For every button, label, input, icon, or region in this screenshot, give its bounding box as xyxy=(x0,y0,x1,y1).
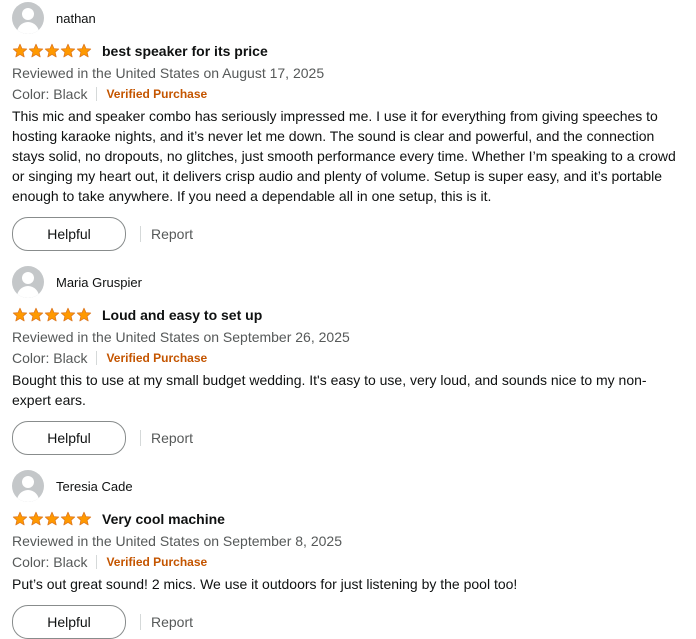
review-card: Teresia Cade Very cool machine Reviewed … xyxy=(12,470,684,639)
star-icon xyxy=(12,511,28,526)
review-body: This mic and speaker combo has seriously… xyxy=(12,108,676,204)
star-icon xyxy=(12,43,28,58)
divider xyxy=(140,430,141,446)
helpful-button[interactable]: Helpful xyxy=(12,217,126,251)
review-card: Maria Gruspier Loud and easy to set up R… xyxy=(12,266,684,455)
review-meta: Color: Black Verified Purchase xyxy=(12,85,684,103)
review-actions: Helpful Report xyxy=(12,605,684,639)
review-actions: Helpful Report xyxy=(12,217,684,251)
star-rating[interactable] xyxy=(12,43,92,59)
star-icon xyxy=(60,511,76,526)
helpful-button[interactable]: Helpful xyxy=(12,605,126,639)
star-icon xyxy=(76,307,92,322)
star-icon xyxy=(12,307,28,322)
review-title-row: Very cool machine xyxy=(12,508,684,530)
star-icon xyxy=(44,43,60,58)
review-actions: Helpful Report xyxy=(12,421,684,455)
user-avatar-icon[interactable] xyxy=(12,470,44,502)
divider xyxy=(96,555,98,569)
star-rating[interactable] xyxy=(12,511,92,527)
review-meta: Color: Black Verified Purchase xyxy=(12,349,684,367)
divider xyxy=(140,226,141,242)
reviewer-profile[interactable]: Teresia Cade xyxy=(12,470,684,502)
review-date: Reviewed in the United States on August … xyxy=(12,65,325,81)
star-rating[interactable] xyxy=(12,307,92,323)
helpful-button[interactable]: Helpful xyxy=(12,421,126,455)
verified-purchase-badge: Verified Purchase xyxy=(106,351,208,365)
review-meta: Color: Black Verified Purchase xyxy=(12,553,684,571)
review-title-row: Loud and easy to set up xyxy=(12,304,684,326)
star-icon xyxy=(44,511,60,526)
user-avatar-icon[interactable] xyxy=(12,266,44,298)
star-icon xyxy=(76,511,92,526)
star-icon xyxy=(60,307,76,322)
review-title[interactable]: best speaker for its price xyxy=(102,43,268,59)
review-title[interactable]: Very cool machine xyxy=(102,511,225,527)
verified-purchase-badge: Verified Purchase xyxy=(106,555,208,569)
report-link[interactable]: Report xyxy=(151,614,193,630)
star-icon xyxy=(60,43,76,58)
report-link[interactable]: Report xyxy=(151,430,193,446)
report-link[interactable]: Report xyxy=(151,226,193,242)
review-card: nathan best speaker for its price Review… xyxy=(12,2,684,251)
verified-purchase-badge: Verified Purchase xyxy=(106,87,208,101)
reviewer-profile[interactable]: nathan xyxy=(12,2,684,34)
reviewer-name[interactable]: nathan xyxy=(56,11,96,26)
review-body: Bought this to use at my small budget we… xyxy=(12,372,647,408)
product-variant: Color: Black xyxy=(12,86,88,102)
reviewer-name[interactable]: Maria Gruspier xyxy=(56,275,142,290)
divider xyxy=(96,87,98,101)
divider xyxy=(96,351,98,365)
reviewer-name[interactable]: Teresia Cade xyxy=(56,479,133,494)
review-body: Put’s out great sound! 2 mics. We use it… xyxy=(12,576,518,592)
user-avatar-icon[interactable] xyxy=(12,2,44,34)
product-variant: Color: Black xyxy=(12,350,88,366)
reviewer-profile[interactable]: Maria Gruspier xyxy=(12,266,684,298)
star-icon xyxy=(28,307,44,322)
star-icon xyxy=(28,43,44,58)
star-icon xyxy=(76,43,92,58)
product-variant: Color: Black xyxy=(12,554,88,570)
review-date: Reviewed in the United States on Septemb… xyxy=(12,329,350,345)
divider xyxy=(140,614,141,630)
star-icon xyxy=(44,307,60,322)
star-icon xyxy=(28,511,44,526)
review-title[interactable]: Loud and easy to set up xyxy=(102,307,262,323)
review-title-row: best speaker for its price xyxy=(12,40,684,62)
review-date: Reviewed in the United States on Septemb… xyxy=(12,533,342,549)
